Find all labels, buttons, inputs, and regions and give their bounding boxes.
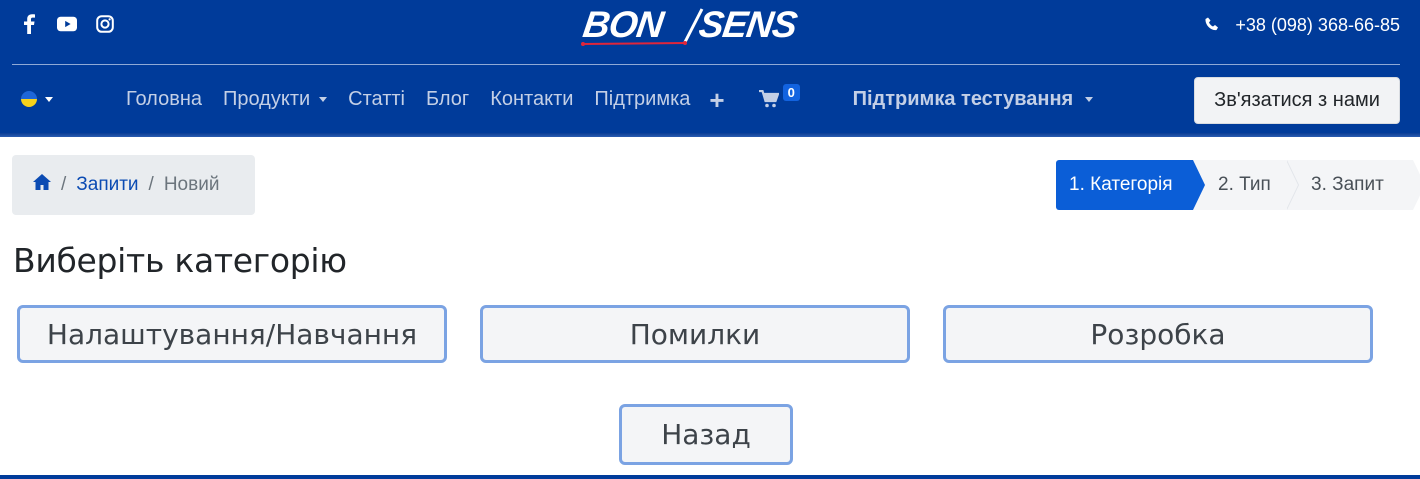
- breadcrumb-separator: /: [61, 174, 67, 195]
- nav-testing-support-label: Підтримка тестування: [852, 88, 1074, 110]
- chevron-down-icon: [1085, 97, 1094, 102]
- cart-icon: [758, 89, 780, 107]
- category-setup-training-button[interactable]: Налаштування/Навчання: [17, 305, 447, 363]
- main-nav: Головна Продукти Статті Блог Контакти Пі…: [126, 83, 1094, 113]
- nav-support[interactable]: Підтримка: [594, 88, 690, 111]
- plus-icon[interactable]: +: [709, 87, 724, 113]
- phone-contact[interactable]: +38 (098) 368-66-85: [1205, 15, 1400, 36]
- breadcrumb-requests[interactable]: Запити: [76, 174, 138, 196]
- svg-text:BON: BON: [581, 6, 668, 45]
- step-category: 1. Категорія: [1056, 160, 1205, 210]
- svg-text:SENS: SENS: [697, 6, 801, 45]
- language-selector[interactable]: [21, 91, 53, 107]
- nav-products[interactable]: Продукти: [223, 88, 328, 111]
- home-icon[interactable]: [33, 174, 51, 196]
- chevron-down-icon: [45, 96, 53, 102]
- bonsens-logo[interactable]: BON SENS: [580, 3, 832, 48]
- breadcrumb-separator: /: [148, 174, 154, 195]
- page-title: Виберіть категорію: [13, 241, 347, 280]
- nav-home[interactable]: Головна: [126, 88, 202, 111]
- nav-products-label: Продукти: [223, 88, 311, 110]
- breadcrumb-current: Новий: [163, 174, 220, 195]
- step-request: 3. Запит: [1286, 160, 1420, 210]
- youtube-icon[interactable]: [57, 14, 77, 34]
- contact-us-button[interactable]: Зв'язатися з нами: [1194, 77, 1400, 124]
- cart-button[interactable]: 0: [758, 83, 800, 110]
- phone-number: +38 (098) 368-66-85: [1235, 15, 1400, 35]
- ua-flag-icon: [21, 91, 37, 107]
- nav-contacts[interactable]: Контакти: [490, 88, 573, 111]
- instagram-icon[interactable]: [95, 14, 115, 34]
- site-header: BON SENS +38 (098) 368-66-85 Головна Про…: [0, 0, 1420, 137]
- facebook-icon[interactable]: [19, 14, 39, 34]
- step-type: 2. Тип: [1193, 160, 1299, 210]
- header-shadow: [0, 133, 1420, 137]
- breadcrumb: / Запити / Новий: [12, 155, 255, 215]
- footer-edge: [0, 475, 1420, 479]
- phone-icon: [1205, 15, 1219, 36]
- category-development-button[interactable]: Розробка: [943, 305, 1373, 363]
- wizard-steps: 1. Категорія 2. Тип 3. Запит: [1056, 160, 1420, 210]
- chevron-down-icon: [319, 97, 328, 102]
- nav-testing-support[interactable]: Підтримка тестування: [853, 88, 1094, 111]
- back-button[interactable]: Назад: [619, 404, 793, 465]
- social-links: [19, 14, 115, 34]
- nav-articles[interactable]: Статті: [348, 88, 405, 111]
- nav-blog[interactable]: Блог: [426, 88, 469, 111]
- cart-count-badge: 0: [782, 83, 800, 101]
- header-divider: [12, 64, 1400, 65]
- category-errors-button[interactable]: Помилки: [480, 305, 910, 363]
